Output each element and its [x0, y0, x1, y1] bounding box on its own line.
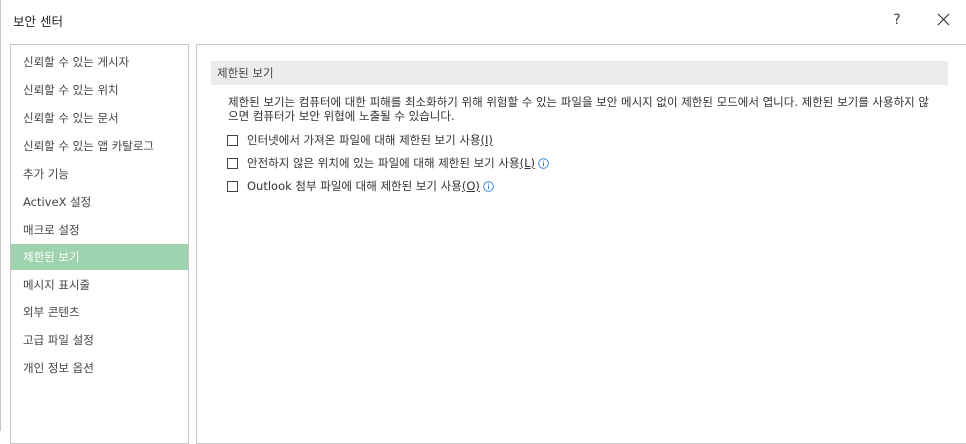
sidebar-item-trusted-documents[interactable]: 신뢰할 수 있는 문서: [11, 105, 188, 131]
checkbox-internet-files[interactable]: [227, 134, 238, 146]
option-accesskey: (O): [461, 179, 480, 193]
close-button[interactable]: [929, 6, 959, 34]
sidebar-item-trusted-locations[interactable]: 신뢰할 수 있는 위치: [11, 77, 188, 103]
option-internet-files[interactable]: 인터넷에서 가져온 파일에 대해 제한된 보기 사용 (I): [227, 131, 493, 149]
option-unsafe-locations[interactable]: 안전하지 않은 위치에 있는 파일에 대해 제한된 보기 사용 (L): [227, 154, 549, 172]
sidebar-item-trusted-app-catalogs[interactable]: 신뢰할 수 있는 앱 카탈로그: [11, 133, 188, 159]
checkbox-unsafe-locations[interactable]: [227, 157, 238, 169]
option-label: 안전하지 않은 위치에 있는 파일에 대해 제한된 보기 사용: [247, 156, 520, 170]
sidebar-item-add-ins[interactable]: 추가 기능: [11, 161, 188, 187]
section-description: 제한된 보기는 컴퓨터에 대한 피해를 최소화하기 위해 위험할 수 있는 파일…: [228, 95, 929, 123]
info-icon[interactable]: [538, 157, 549, 169]
sidebar-item-external-content[interactable]: 외부 콘텐츠: [11, 299, 188, 325]
settings-panel: 제한된 보기 제한된 보기는 컴퓨터에 대한 피해를 최소화하기 위해 위험할 …: [196, 44, 966, 444]
help-button[interactable]: ?: [883, 6, 911, 34]
sidebar-item-privacy-options[interactable]: 개인 정보 옵션: [11, 355, 188, 381]
option-label: Outlook 첨부 파일에 대해 제한된 보기 사용: [247, 179, 462, 193]
title-bar: 보안 센터 ?: [1, 0, 966, 40]
info-icon[interactable]: [483, 180, 494, 192]
category-list: 신뢰할 수 있는 게시자 신뢰할 수 있는 위치 신뢰할 수 있는 문서 신뢰할…: [10, 44, 189, 444]
sidebar-item-protected-view[interactable]: 제한된 보기: [11, 244, 188, 270]
sidebar-item-message-bar[interactable]: 메시지 표시줄: [11, 272, 188, 298]
option-label: 인터넷에서 가져온 파일에 대해 제한된 보기 사용: [247, 133, 481, 147]
trust-center-dialog: 보안 센터 ? 신뢰할 수 있는 게시자 신뢰할 수 있는 위치 신뢰할 수 있…: [0, 0, 966, 444]
option-outlook-attachments[interactable]: Outlook 첨부 파일에 대해 제한된 보기 사용 (O): [227, 177, 494, 195]
sidebar-item-activex-settings[interactable]: ActiveX 설정: [11, 189, 188, 215]
sidebar-item-macro-settings[interactable]: 매크로 설정: [11, 217, 188, 243]
close-icon: [937, 13, 950, 26]
dialog-title: 보안 센터: [13, 14, 63, 29]
option-accesskey: (L): [519, 156, 535, 170]
sidebar-item-file-block-settings[interactable]: 고급 파일 설정: [11, 327, 188, 353]
section-title: 제한된 보기: [211, 61, 948, 85]
sidebar-item-trusted-publishers[interactable]: 신뢰할 수 있는 게시자: [11, 49, 188, 75]
checkbox-outlook-attachments[interactable]: [227, 180, 238, 192]
option-accesskey: (I): [480, 133, 493, 147]
